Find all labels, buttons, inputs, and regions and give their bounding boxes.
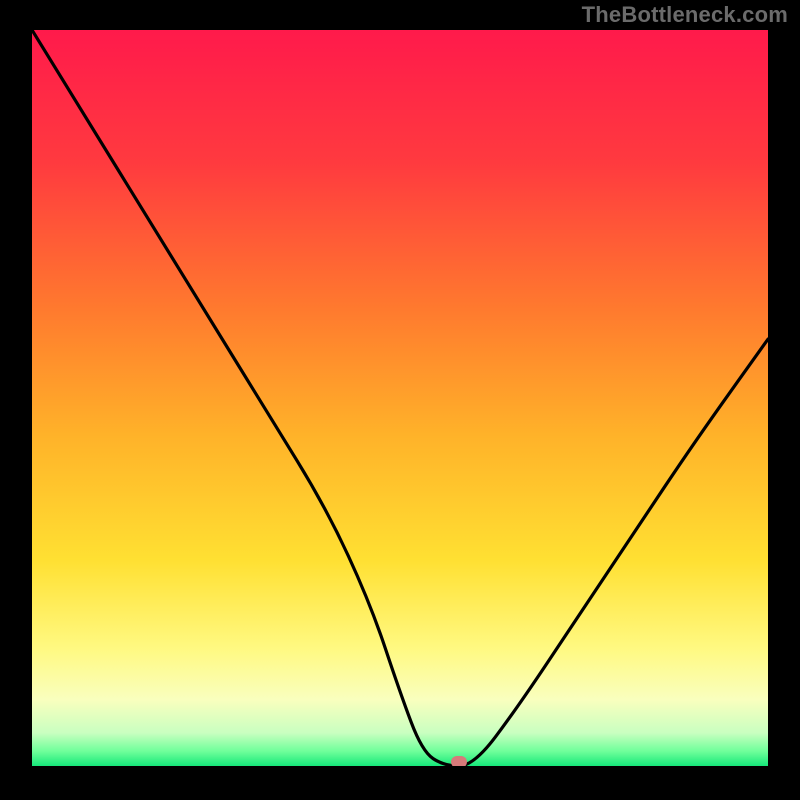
chart-frame: TheBottleneck.com	[0, 0, 800, 800]
plot-area	[32, 30, 768, 766]
minimum-marker	[451, 756, 467, 766]
watermark: TheBottleneck.com	[582, 2, 788, 28]
gradient-rect	[32, 30, 768, 766]
plot-svg	[32, 30, 768, 766]
